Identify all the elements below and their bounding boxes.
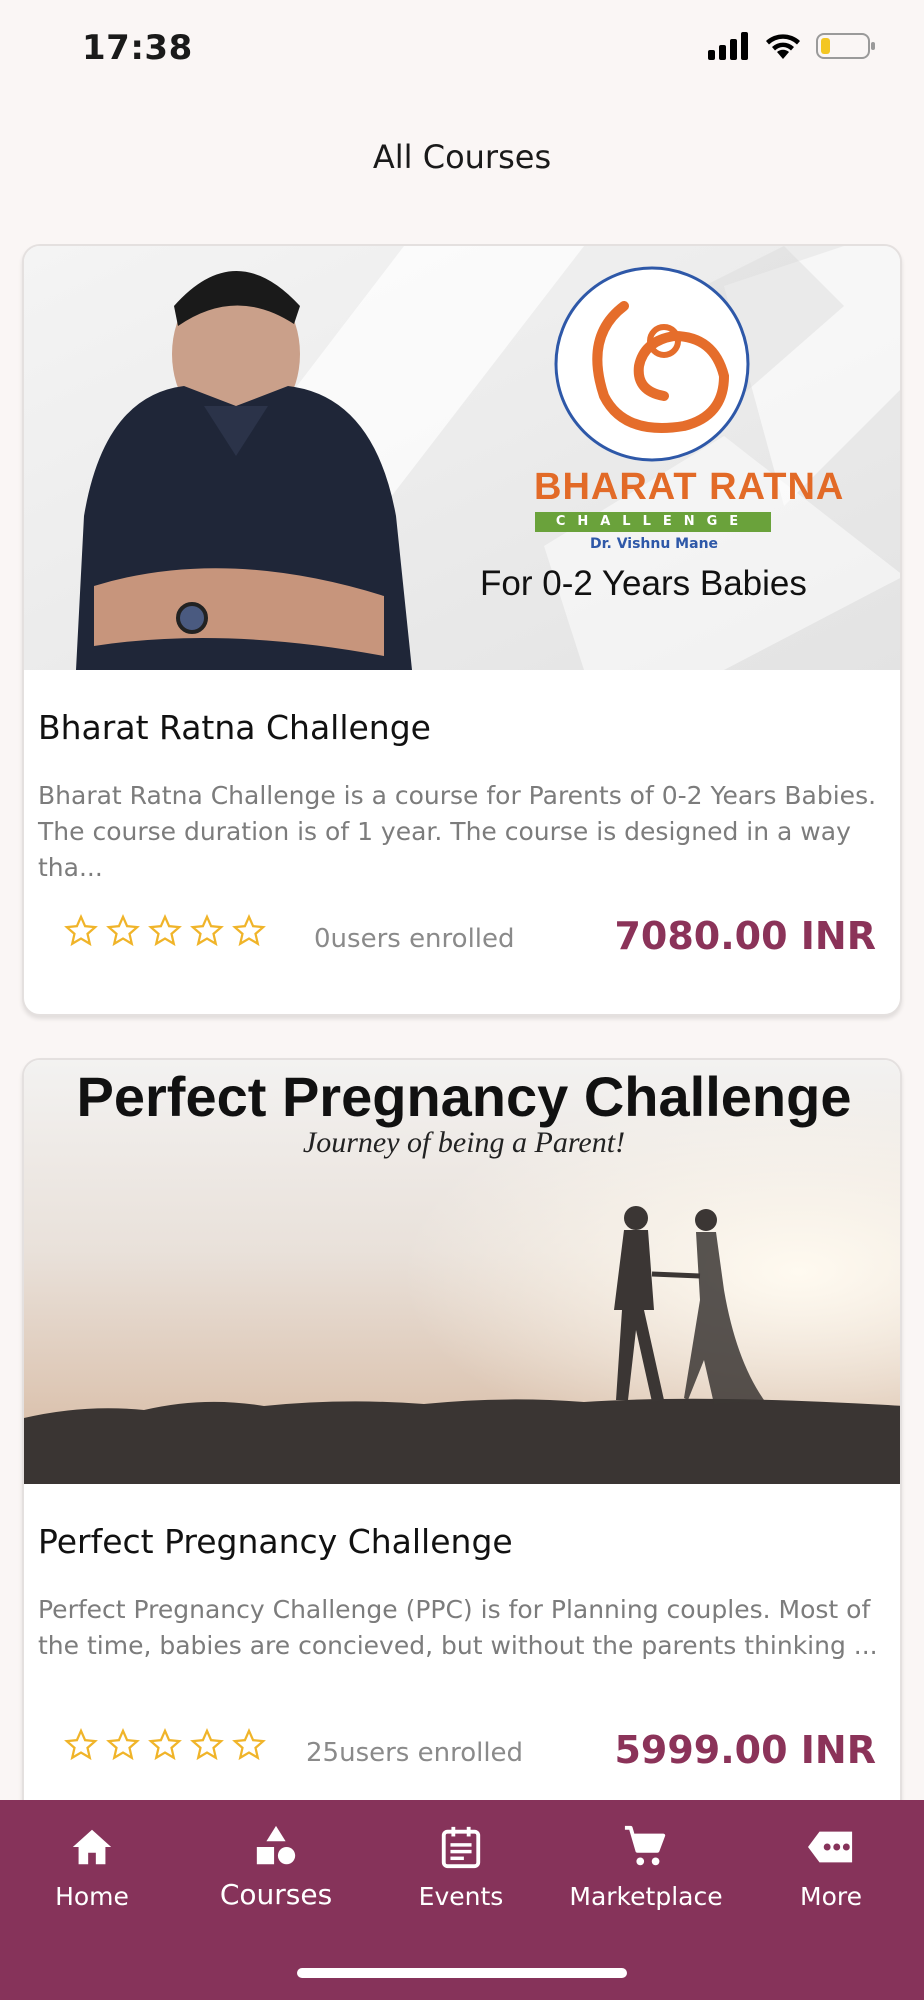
star-icon — [148, 1728, 182, 1761]
bharat-ratna-logo — [554, 266, 750, 462]
rating-stars — [64, 1728, 266, 1762]
home-indicator — [297, 1968, 627, 1978]
tab-label: Events — [418, 1882, 504, 1911]
calendar-icon — [441, 1826, 481, 1869]
star-icon — [148, 914, 182, 947]
course-price: 7080.00 INR — [614, 914, 876, 958]
rating-stars — [64, 914, 266, 948]
course-card[interactable]: Perfect Pregnancy Challenge Journey of b… — [22, 1058, 902, 1800]
tab-events[interactable]: Events — [369, 1824, 553, 1934]
star-icon — [190, 914, 224, 947]
enrolled-count: 0users enrolled — [314, 924, 515, 954]
course-footer: 25users enrolled 5999.00 INR — [24, 1720, 900, 1780]
cart-icon — [624, 1825, 666, 1866]
brand-line-1: BHARAT RATNA — [534, 466, 845, 508]
status-icons — [708, 32, 876, 60]
page-title: All Courses — [372, 138, 552, 176]
status-bar: 17:38 — [0, 0, 924, 100]
course-footer: 0users enrolled 7080.00 INR — [24, 906, 900, 966]
banner-background — [24, 246, 900, 670]
star-icon — [64, 914, 98, 947]
status-time: 17:38 — [82, 28, 193, 68]
banner-tagline: For 0-2 Years Babies — [480, 564, 807, 603]
course-card[interactable]: BHARAT RATNA CHALLENGE Dr. Vishnu Mane F… — [22, 244, 902, 1016]
tab-marketplace[interactable]: Marketplace — [554, 1824, 738, 1934]
signal-icon — [708, 32, 748, 60]
course-banner: Perfect Pregnancy Challenge Journey of b… — [24, 1060, 900, 1484]
tab-courses[interactable]: Courses — [184, 1824, 368, 1934]
wifi-icon — [766, 34, 800, 59]
brand-line-3: Dr. Vishnu Mane — [589, 536, 719, 552]
course-banner: BHARAT RATNA CHALLENGE Dr. Vishnu Mane F… — [24, 246, 900, 670]
star-icon — [232, 1728, 266, 1761]
course-title[interactable]: Bharat Ratna Challenge — [38, 708, 431, 747]
star-icon — [106, 1728, 140, 1761]
more-icon — [808, 1831, 853, 1863]
enrolled-count: 25users enrolled — [306, 1738, 524, 1768]
star-icon — [232, 914, 266, 947]
home-icon — [72, 1829, 112, 1865]
brand-line-2: CHALLENGE — [535, 512, 771, 532]
tab-more[interactable]: More — [739, 1824, 923, 1934]
battery-icon — [816, 33, 875, 59]
course-price: 5999.00 INR — [614, 1728, 876, 1772]
star-icon — [64, 1728, 98, 1761]
banner-headline: Perfect Pregnancy Challenge — [76, 1065, 852, 1128]
course-list[interactable]: BHARAT RATNA CHALLENGE Dr. Vishnu Mane F… — [0, 244, 924, 1800]
tab-label: Courses — [219, 1878, 333, 1911]
tab-home[interactable]: Home — [0, 1824, 184, 1934]
star-icon — [106, 914, 140, 947]
course-title[interactable]: Perfect Pregnancy Challenge — [38, 1522, 513, 1561]
banner-subline: Journey of being a Parent! — [302, 1126, 626, 1159]
course-description: Bharat Ratna Challenge is a course for P… — [38, 781, 877, 882]
tab-label: Marketplace — [569, 1882, 723, 1911]
tab-label: More — [800, 1882, 862, 1911]
star-icon — [190, 1728, 224, 1761]
tab-label: Home — [55, 1882, 129, 1911]
course-description: Perfect Pregnancy Challenge (PPC) is for… — [38, 1595, 878, 1660]
shapes-icon — [256, 1825, 296, 1865]
